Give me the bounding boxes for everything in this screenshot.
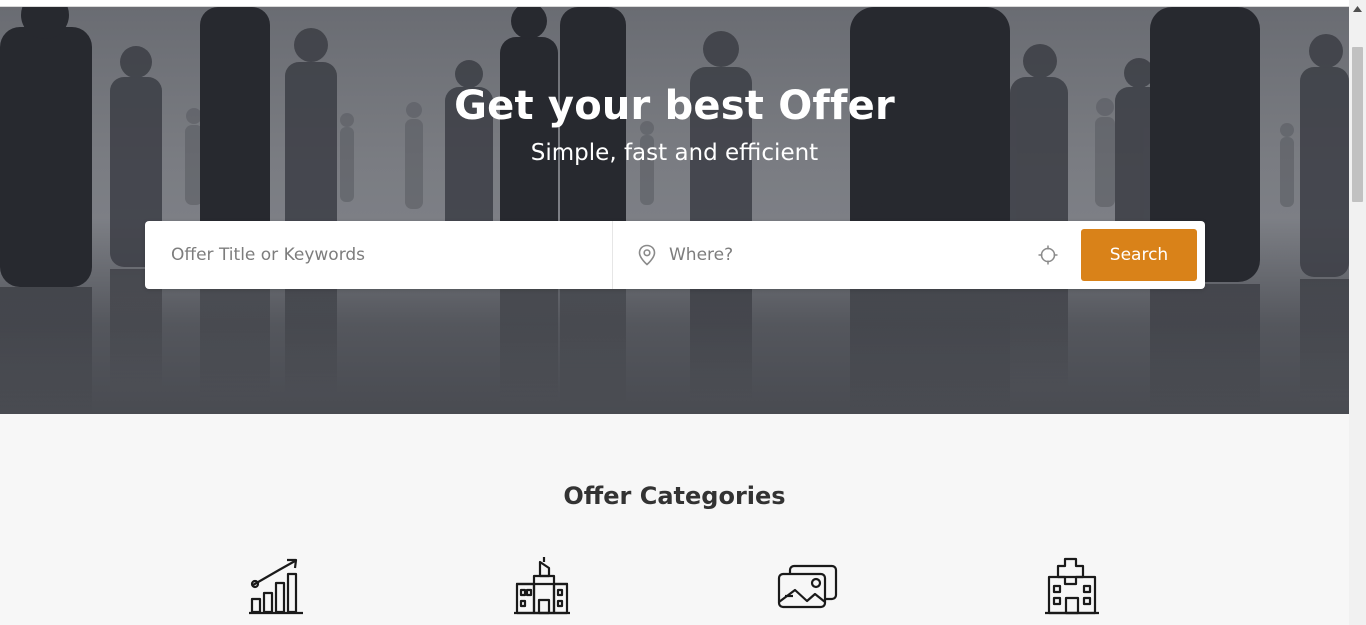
hospital-icon[interactable] bbox=[1045, 556, 1099, 620]
hero-title: Get your best Offer bbox=[454, 83, 895, 129]
search-button[interactable]: Search bbox=[1081, 229, 1197, 281]
scrollbar-thumb[interactable] bbox=[1352, 47, 1363, 202]
building-icon[interactable] bbox=[514, 556, 570, 620]
hero-subtitle: Simple, fast and efficient bbox=[530, 140, 819, 166]
scroll-up-arrow-icon[interactable] bbox=[1349, 0, 1366, 17]
keywords-field bbox=[145, 221, 612, 289]
hero-section: Get your best Offer Simple, fast and eff… bbox=[0, 7, 1349, 414]
page: Get your best Offer Simple, fast and eff… bbox=[0, 0, 1349, 625]
vertical-scrollbar[interactable] bbox=[1349, 0, 1366, 625]
top-bar bbox=[0, 0, 1349, 7]
image-gallery-icon[interactable] bbox=[777, 556, 839, 620]
hero-overlay bbox=[0, 7, 1349, 414]
growth-chart-icon[interactable] bbox=[249, 556, 307, 620]
keywords-input[interactable] bbox=[171, 221, 601, 289]
location-field bbox=[613, 221, 1073, 289]
location-pin-icon bbox=[637, 244, 657, 266]
search-bar: Search bbox=[145, 221, 1205, 289]
location-input[interactable] bbox=[669, 221, 1029, 289]
crosshair-locate-icon[interactable] bbox=[1038, 245, 1058, 265]
section-title: Offer Categories bbox=[563, 482, 786, 510]
